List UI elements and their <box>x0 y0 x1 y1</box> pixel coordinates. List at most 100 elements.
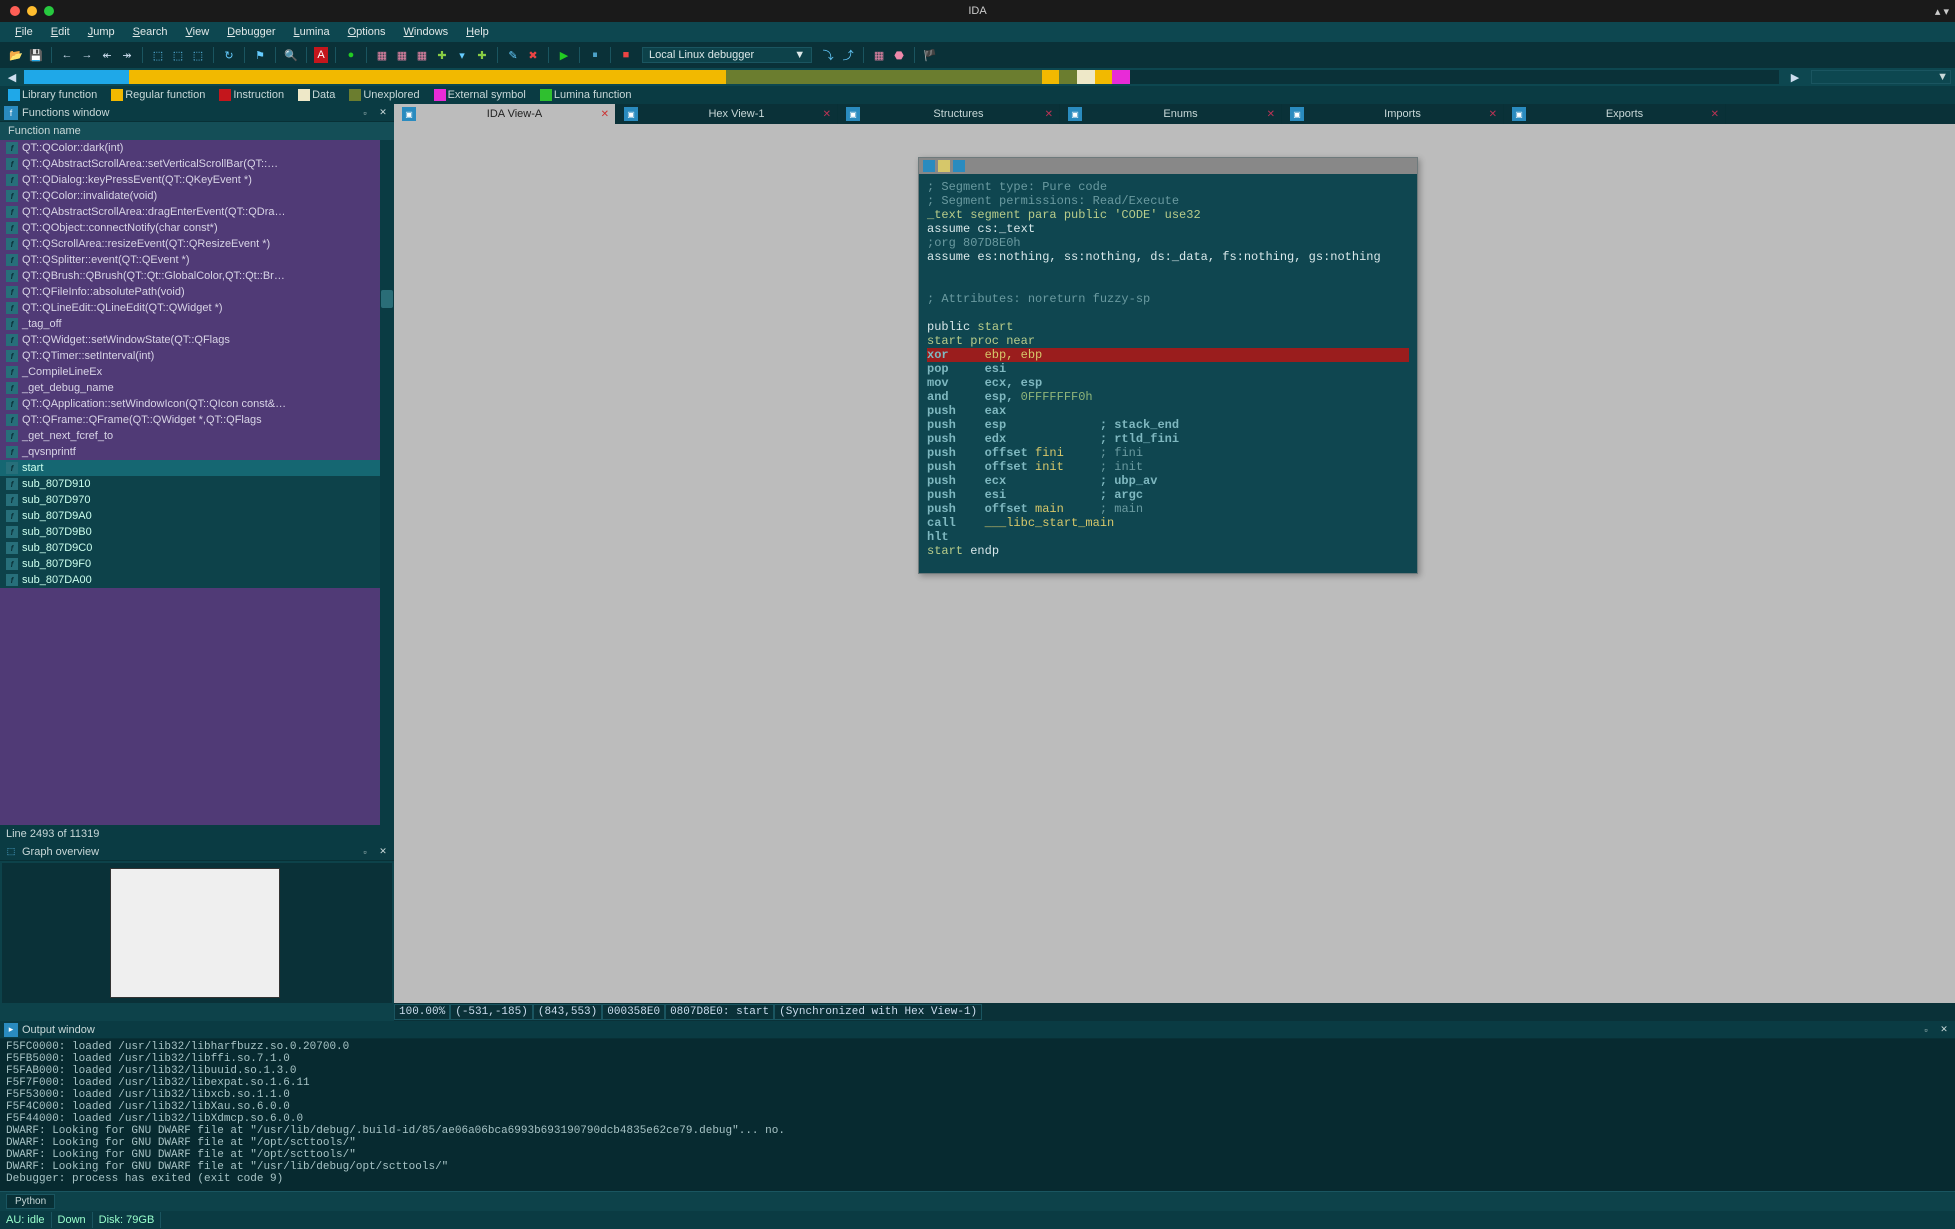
function-row[interactable]: fsub_807D910 <box>0 476 394 492</box>
window-menu-icon[interactable]: ▴ ▾ <box>1935 5 1949 18</box>
close-window[interactable] <box>10 6 20 16</box>
function-row[interactable]: fsub_807D9C0 <box>0 540 394 556</box>
function-row[interactable]: fQT::QLineEdit::QLineEdit(QT::QWidget *) <box>0 300 394 316</box>
plus2-icon[interactable]: ✚ <box>474 47 490 63</box>
function-row[interactable]: fQT::QDialog::keyPressEvent(QT::QKeyEven… <box>0 172 394 188</box>
tab-imports[interactable]: ▣Imports✕ <box>1282 104 1504 124</box>
close-icon[interactable]: ✕ <box>1937 1023 1951 1037</box>
flag-icon[interactable]: ⚑ <box>252 47 268 63</box>
function-row[interactable]: fQT::QApplication::setWindowIcon(QT::QIc… <box>0 396 394 412</box>
record-icon[interactable]: ● <box>343 47 359 63</box>
menu-file[interactable]: File <box>6 26 42 38</box>
plus-icon[interactable]: ✚ <box>434 47 450 63</box>
bp2-icon[interactable]: ⬣ <box>891 47 907 63</box>
tab-hex-view-1[interactable]: ▣Hex View-1✕ <box>616 104 838 124</box>
menu-search[interactable]: Search <box>124 26 177 38</box>
menu-windows[interactable]: Windows <box>395 26 458 38</box>
function-row[interactable]: fsub_807D9B0 <box>0 524 394 540</box>
function-row[interactable]: fQT::QObject::connectNotify(char const*) <box>0 220 394 236</box>
functions-col-header[interactable]: Function name <box>0 122 394 140</box>
debugger-select[interactable]: Local Linux debugger▼ <box>642 47 812 63</box>
tab-exports[interactable]: ▣Exports✕ <box>1504 104 1726 124</box>
run-icon[interactable]: ▶ <box>556 47 572 63</box>
step-icon[interactable]: ⤵ <box>820 47 836 63</box>
node-ic3[interactable] <box>953 160 965 172</box>
nav-back-icon[interactable]: ← <box>59 47 75 63</box>
function-row[interactable]: f_tag_off <box>0 316 394 332</box>
menu-view[interactable]: View <box>177 26 219 38</box>
tab-close-icon[interactable]: ✕ <box>601 109 609 120</box>
function-row[interactable]: fQT::QFileInfo::absolutePath(void) <box>0 284 394 300</box>
box3-icon[interactable]: ▦ <box>414 47 430 63</box>
nav-back2-icon[interactable]: ↞ <box>99 47 115 63</box>
restore-icon[interactable]: ▫ <box>358 106 372 120</box>
tab-close-icon[interactable]: ✕ <box>1267 109 1275 120</box>
output-text[interactable]: F5FC0000: loaded /usr/lib32/libharfbuzz.… <box>0 1039 1955 1191</box>
function-row[interactable]: fQT::QBrush::QBrush(QT::Qt::GlobalColor,… <box>0 268 394 284</box>
menu-jump[interactable]: Jump <box>79 26 124 38</box>
tab-close-icon[interactable]: ✕ <box>823 109 831 120</box>
flag2-icon[interactable]: 🏴 <box>922 47 938 63</box>
open-icon[interactable]: 📂 <box>8 47 24 63</box>
function-row[interactable]: f_qvsnprintf <box>0 444 394 460</box>
search-icon[interactable]: 🔍 <box>283 47 299 63</box>
tab-ida-view-a[interactable]: ▣IDA View-A✕ <box>394 104 616 124</box>
function-row[interactable]: fQT::QFrame::QFrame(QT::QWidget *,QT::QF… <box>0 412 394 428</box>
menu-debugger[interactable]: Debugger <box>218 26 284 38</box>
nav-fwd2-icon[interactable]: ↠ <box>119 47 135 63</box>
bp-icon[interactable]: ▦ <box>871 47 887 63</box>
close-icon[interactable]: ✕ <box>376 845 390 859</box>
tool-c-icon[interactable]: ⬚ <box>190 47 206 63</box>
function-row[interactable]: f_CompileLineEx <box>0 364 394 380</box>
scrollbar[interactable] <box>380 140 394 825</box>
nav-strip[interactable] <box>24 70 1779 84</box>
stop-icon[interactable]: ■ <box>618 47 634 63</box>
tab-close-icon[interactable]: ✕ <box>1711 109 1719 120</box>
functions-list[interactable]: fQT::QColor::dark(int)fQT::QAbstractScro… <box>0 140 394 825</box>
box2-icon[interactable]: ▦ <box>394 47 410 63</box>
function-row[interactable]: fQT::QColor::dark(int) <box>0 140 394 156</box>
tab-close-icon[interactable]: ✕ <box>1045 109 1053 120</box>
function-row[interactable]: fsub_807DA00 <box>0 572 394 588</box>
text-icon[interactable]: A <box>314 47 328 63</box>
menu-edit[interactable]: Edit <box>42 26 79 38</box>
function-row[interactable]: f_get_next_fcref_to <box>0 428 394 444</box>
disasm-node[interactable]: ; Segment type: Pure code ; Segment perm… <box>918 157 1418 574</box>
nav-end[interactable]: ▼ <box>1811 70 1951 84</box>
menu-options[interactable]: Options <box>339 26 395 38</box>
function-row[interactable]: fQT::QSplitter::event(QT::QEvent *) <box>0 252 394 268</box>
function-row[interactable]: fQT::QAbstractScrollArea::dragEnterEvent… <box>0 204 394 220</box>
function-row[interactable]: fstart <box>0 460 394 476</box>
nav-left-icon[interactable]: ◀ <box>4 69 20 85</box>
maximize-window[interactable] <box>44 6 54 16</box>
function-row[interactable]: fQT::QTimer::setInterval(int) <box>0 348 394 364</box>
function-row[interactable]: f_get_debug_name <box>0 380 394 396</box>
menu-lumina[interactable]: Lumina <box>284 26 338 38</box>
function-row[interactable]: fQT::QScrollArea::resizeEvent(QT::QResiz… <box>0 236 394 252</box>
function-row[interactable]: fQT::QAbstractScrollArea::setVerticalScr… <box>0 156 394 172</box>
refresh-icon[interactable]: ↻ <box>221 47 237 63</box>
pause-icon[interactable]: ⏸ <box>587 47 603 63</box>
tool-a-icon[interactable]: ⬚ <box>150 47 166 63</box>
menu-help[interactable]: Help <box>457 26 498 38</box>
function-row[interactable]: fsub_807D9F0 <box>0 556 394 572</box>
save-icon[interactable]: 💾 <box>28 47 44 63</box>
graph-viewport[interactable] <box>110 868 280 998</box>
node-ic1[interactable] <box>923 160 935 172</box>
nav-right-icon[interactable]: ▶ <box>1787 69 1803 85</box>
delete-icon[interactable]: ✖ <box>525 47 541 63</box>
function-row[interactable]: fsub_807D970 <box>0 492 394 508</box>
box1-icon[interactable]: ▦ <box>374 47 390 63</box>
restore-icon[interactable]: ▫ <box>358 845 372 859</box>
node-ic2[interactable] <box>938 160 950 172</box>
function-row[interactable]: fsub_807D9A0 <box>0 508 394 524</box>
scroll-thumb[interactable] <box>381 290 393 308</box>
tab-enums[interactable]: ▣Enums✕ <box>1060 104 1282 124</box>
down-icon[interactable]: ▾ <box>454 47 470 63</box>
close-icon[interactable]: ✕ <box>376 106 390 120</box>
function-row[interactable]: fQT::QWidget::setWindowState(QT::QFlags <box>0 332 394 348</box>
tab-close-icon[interactable]: ✕ <box>1489 109 1497 120</box>
function-row[interactable]: fQT::QColor::invalidate(void) <box>0 188 394 204</box>
tool-b-icon[interactable]: ⬚ <box>170 47 186 63</box>
restore-icon[interactable]: ▫ <box>1919 1023 1933 1037</box>
